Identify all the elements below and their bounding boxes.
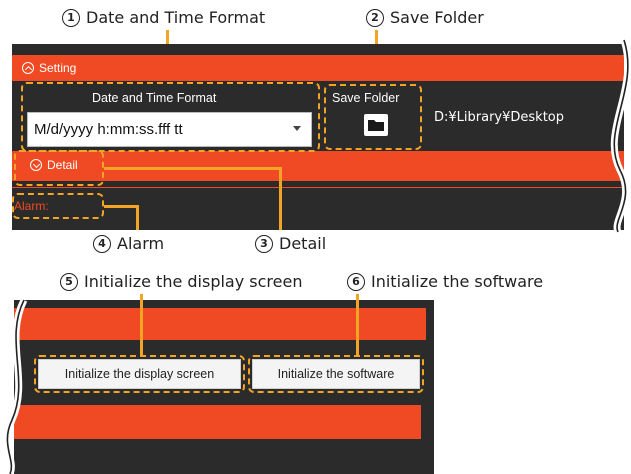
break-marks	[3, 38, 631, 474]
